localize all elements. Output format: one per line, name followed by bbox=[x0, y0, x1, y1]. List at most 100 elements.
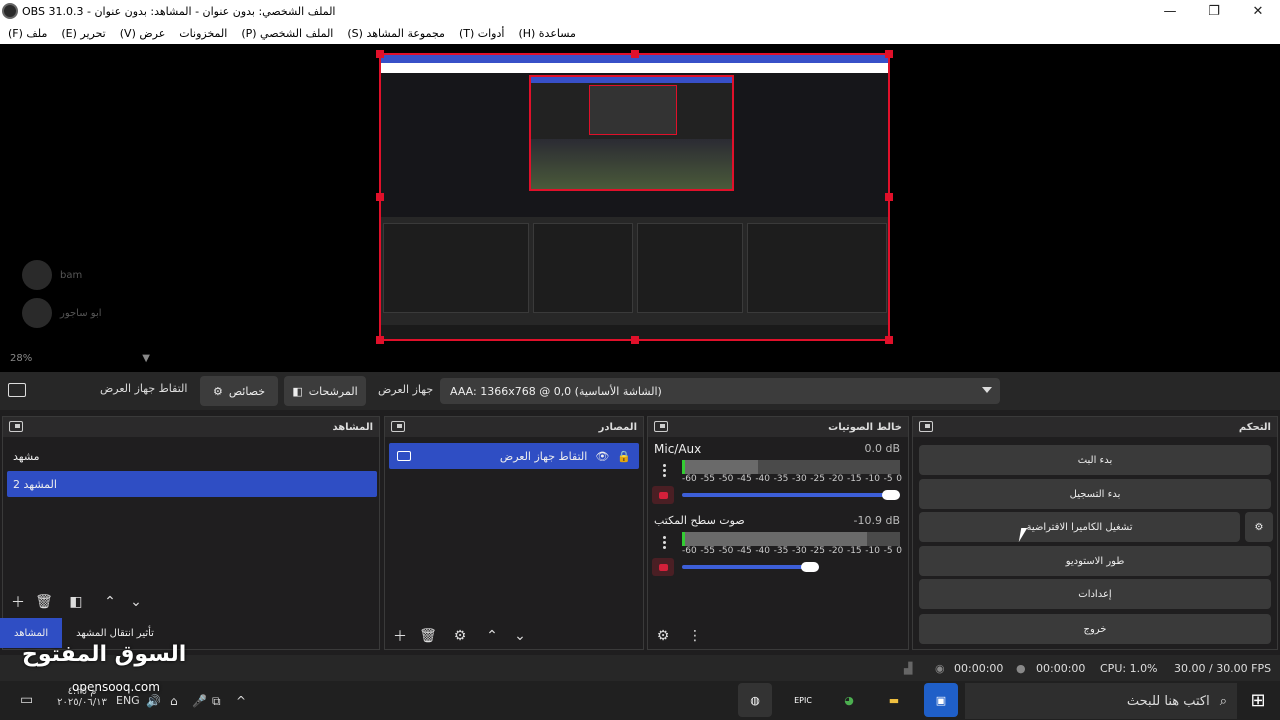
menu-help[interactable]: (H) مساعدة bbox=[518, 27, 576, 40]
float-dock-icon[interactable] bbox=[9, 421, 23, 432]
scale-tick: -35 bbox=[773, 474, 789, 484]
mute-icon[interactable] bbox=[652, 558, 674, 576]
more-icon[interactable]: ⋮ bbox=[684, 625, 706, 647]
scale-tick: -30 bbox=[791, 474, 807, 484]
mixer-channel: Mic/Aux 0.0 dB -60 -55 -50 -45 -40 -35 -30 -25-… bbox=[652, 442, 904, 504]
volume-knob[interactable] bbox=[801, 562, 820, 572]
channel-db: 0.0 dB bbox=[864, 442, 900, 455]
menu-bar: (F) ملف (E) تحرير (V) عرض المخزونات (P) … bbox=[0, 22, 1280, 44]
filters-icon[interactable]: ◧ bbox=[65, 591, 87, 613]
sources-title: المصادر bbox=[598, 421, 637, 433]
network-icon[interactable]: ⌂ bbox=[170, 694, 178, 708]
resize-handle[interactable] bbox=[885, 336, 893, 344]
chevron-down-icon[interactable]: ⌄ bbox=[125, 591, 147, 613]
epic-games-icon[interactable]: EPIC bbox=[786, 683, 820, 717]
source-item[interactable]: التقاط جهاز العرض 👁 🔒 bbox=[389, 443, 639, 469]
float-dock-icon[interactable] bbox=[391, 421, 405, 432]
channel-menu-icon[interactable] bbox=[656, 532, 672, 552]
filters-icon: ◧ bbox=[292, 384, 303, 398]
zoom-dropdown-icon[interactable]: ▼ bbox=[142, 353, 150, 364]
microphone-icon[interactable]: 🎤 bbox=[192, 694, 207, 708]
scale-tick: -60 bbox=[682, 474, 697, 484]
scene-item[interactable]: مشهد bbox=[7, 443, 377, 469]
resize-handle[interactable] bbox=[376, 193, 384, 201]
trash-icon[interactable]: 🗑 bbox=[417, 625, 439, 647]
add-icon[interactable]: ＋ bbox=[7, 591, 29, 613]
stream-time: 00:00:00 bbox=[954, 661, 1004, 675]
float-dock-icon[interactable] bbox=[919, 421, 933, 432]
tray-icon[interactable]: ⧉ bbox=[212, 694, 221, 709]
search-icon: ⌕ bbox=[1219, 693, 1227, 709]
mute-icon[interactable] bbox=[652, 486, 674, 504]
restore-button[interactable]: ❐ bbox=[1192, 0, 1236, 22]
minimize-button[interactable]: — bbox=[1148, 0, 1192, 22]
nested-docks bbox=[381, 217, 888, 327]
resize-handle[interactable] bbox=[885, 50, 893, 58]
menu-profile[interactable]: (P) الملف الشخصي bbox=[241, 27, 333, 40]
menu-scene-collection[interactable]: (S) مجموعة المشاهد bbox=[347, 27, 445, 40]
obs-logo-icon bbox=[2, 3, 18, 19]
language-indicator[interactable]: ENG bbox=[116, 694, 140, 707]
chevron-up-icon[interactable]: ⌃ bbox=[481, 625, 503, 647]
add-icon[interactable]: ＋ bbox=[389, 625, 411, 647]
display-select[interactable]: AAA: 1366x768 @ 0,0 (الشاشة الأساسية) bbox=[440, 378, 1000, 404]
zoom-bar[interactable]: 28% ▼ bbox=[0, 350, 160, 366]
menu-file[interactable]: (F) ملف bbox=[8, 27, 47, 40]
float-dock-icon[interactable] bbox=[654, 421, 668, 432]
filters-button[interactable]: ◧ المرشحات bbox=[284, 376, 366, 406]
resize-handle[interactable] bbox=[631, 336, 639, 344]
scale-tick: -40 bbox=[755, 546, 771, 556]
file-explorer-icon[interactable]: ▬ bbox=[877, 683, 911, 717]
gear-icon[interactable]: ⚙ bbox=[652, 625, 674, 647]
eye-icon[interactable]: 👁 bbox=[595, 450, 609, 463]
chevron-down-icon[interactable]: ⌄ bbox=[509, 625, 531, 647]
start-recording-button[interactable]: بدء التسجيل bbox=[919, 479, 1271, 509]
virtual-camera-settings-icon[interactable]: ⚙ bbox=[1245, 512, 1273, 542]
channel-menu-icon[interactable] bbox=[656, 460, 672, 480]
resize-handle[interactable] bbox=[631, 50, 639, 58]
taskbar-search[interactable]: اكتب هنا للبحث ⌕ bbox=[965, 683, 1237, 719]
scale-tick: -15 bbox=[846, 546, 862, 556]
properties-button[interactable]: ⚙ خصائص bbox=[200, 376, 278, 406]
scale-tick: -25 bbox=[810, 546, 825, 556]
speaker-icon[interactable]: 🔊 bbox=[146, 694, 161, 708]
scale-tick: -20 bbox=[828, 546, 844, 556]
trash-icon[interactable]: 🗑 bbox=[33, 591, 55, 613]
menu-docks[interactable]: المخزونات bbox=[179, 27, 227, 40]
windows-start-icon[interactable]: ⊞ bbox=[1238, 683, 1278, 717]
resize-handle[interactable] bbox=[376, 336, 384, 344]
chrome-icon[interactable]: ◕ bbox=[832, 683, 866, 717]
scale-tick: -45 bbox=[736, 546, 752, 556]
meter-level bbox=[682, 460, 759, 474]
close-button[interactable]: ✕ bbox=[1236, 0, 1280, 22]
scene-item-selected[interactable]: المشهد 2 bbox=[7, 471, 377, 497]
volume-slider[interactable] bbox=[682, 565, 820, 569]
obs-taskbar-icon[interactable]: ◍ bbox=[738, 683, 772, 717]
gear-icon[interactable]: ⚙ bbox=[449, 625, 471, 647]
gear-icon: ⚙ bbox=[212, 384, 223, 398]
chevron-down-icon bbox=[982, 387, 992, 393]
studio-mode-button[interactable]: طور الاستوديو bbox=[919, 546, 1271, 576]
store-icon[interactable]: ▣ bbox=[924, 683, 958, 717]
scale-tick: 0 bbox=[896, 474, 902, 484]
channel-name: صوت سطح المكتب bbox=[654, 514, 745, 527]
scale-tick: -55 bbox=[700, 546, 716, 556]
menu-view[interactable]: (V) عرض bbox=[120, 27, 166, 40]
resize-handle[interactable] bbox=[885, 193, 893, 201]
scale-tick: -60 bbox=[682, 546, 697, 556]
lock-icon[interactable]: 🔒 bbox=[617, 450, 631, 463]
notification-icon[interactable]: ▭ bbox=[20, 692, 33, 708]
menu-tools[interactable]: (T) أدوات bbox=[459, 27, 505, 40]
start-streaming-button[interactable]: بدء البث bbox=[919, 445, 1271, 475]
chevron-up-icon[interactable]: ⌃ bbox=[99, 591, 121, 613]
exit-button[interactable]: خروج bbox=[919, 614, 1271, 644]
settings-button[interactable]: إعدادات bbox=[919, 579, 1271, 609]
tray-chevron-icon[interactable]: ^ bbox=[236, 694, 246, 708]
start-virtual-camera-button[interactable]: تشغيل الكاميرا الافتراضية bbox=[919, 512, 1240, 542]
fps: 30.00 / 30.00 FPS bbox=[1174, 661, 1272, 675]
display-capture-source[interactable] bbox=[376, 50, 893, 344]
volume-knob[interactable] bbox=[882, 490, 900, 500]
menu-edit[interactable]: (E) تحرير bbox=[61, 27, 105, 40]
resize-handle[interactable] bbox=[376, 50, 384, 58]
volume-slider[interactable] bbox=[682, 493, 900, 497]
